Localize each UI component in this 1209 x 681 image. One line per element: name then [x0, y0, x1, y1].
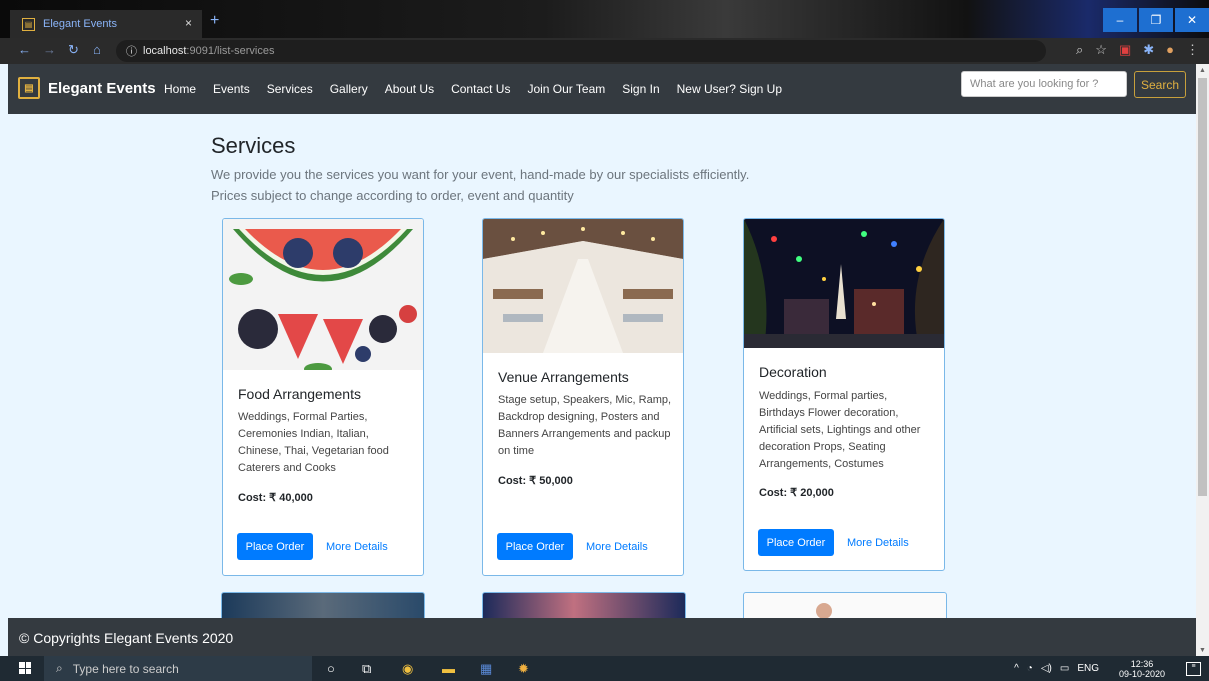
search-button[interactable]: Search — [1134, 71, 1186, 98]
url-field[interactable]: ⓘ localhost :9091/list-services — [116, 40, 1046, 62]
tray-chevron-icon[interactable]: ^ — [1014, 663, 1019, 674]
minimize-button[interactable]: – — [1103, 8, 1137, 32]
reload-icon[interactable]: ↻ — [68, 42, 79, 58]
card-title: Venue Arrangements — [498, 369, 629, 385]
brand-name: Elegant Events — [48, 79, 156, 97]
clock-time: 12:36 — [1130, 659, 1154, 669]
brand[interactable]: ▤ Elegant Events — [18, 77, 156, 99]
page-subtitle-line-2: Prices subject to change according to or… — [211, 188, 574, 203]
card-cost: Cost: ₹ 50,000 — [498, 475, 573, 487]
restore-button[interactable]: ❐ — [1139, 8, 1173, 32]
service-card-peek — [482, 592, 686, 621]
place-order-button[interactable]: Place Order — [497, 533, 573, 560]
taskbar-clock[interactable]: 12:36 09-10-2020 — [1119, 659, 1165, 679]
search-input[interactable] — [961, 71, 1127, 97]
site-favicon-icon: ▤ — [22, 17, 35, 31]
more-details-link[interactable]: More Details — [326, 541, 388, 553]
close-window-button[interactable]: ✕ — [1175, 8, 1209, 32]
footer-copyright: © Copyrights Elegant Events 2020 — [19, 630, 234, 646]
language-indicator[interactable]: ENG — [1077, 663, 1099, 674]
service-card-food: Food Arrangements Weddings, Formal Parti… — [222, 218, 424, 576]
card-title: Decoration — [759, 364, 827, 380]
nav-link-events[interactable]: Events — [213, 82, 250, 96]
card-cost: Cost: ₹ 40,000 — [238, 492, 313, 504]
nav-link-sign-in[interactable]: Sign In — [622, 82, 659, 96]
search-icon: ⌕ — [56, 661, 63, 675]
new-tab-icon[interactable]: + — [210, 12, 219, 30]
decoration-image — [744, 219, 944, 348]
forward-icon[interactable]: → — [43, 42, 56, 57]
pdf-icon[interactable]: ▣ — [1119, 42, 1131, 58]
browser-tab-bar: ▤ Elegant Events × + – ❐ ✕ — [0, 0, 1209, 38]
scroll-down-icon[interactable]: ▼ — [1199, 647, 1206, 654]
clock-date: 09-10-2020 — [1118, 669, 1165, 679]
profile-icon[interactable]: ● — [1166, 42, 1174, 58]
food-image — [223, 219, 423, 375]
more-details-link[interactable]: More Details — [586, 541, 648, 553]
tab-close-icon[interactable]: × — [185, 16, 192, 30]
page-title: Services — [211, 133, 296, 158]
notification-icon[interactable]: ≡ — [1186, 662, 1201, 676]
browser-address-bar: ← → ↻ ⌂ ⓘ localhost :9091/list-services … — [0, 38, 1209, 64]
page-subtitle-line-1: We provide you the services you want for… — [211, 167, 750, 182]
info-icon[interactable]: ⓘ — [126, 43, 137, 59]
star-icon[interactable]: ☆ — [1095, 42, 1107, 58]
nav-link-home[interactable]: Home — [164, 82, 196, 96]
service-card-decoration: Decoration Weddings, Formal parties, Bir… — [743, 218, 945, 571]
scrollbar-thumb[interactable] — [1198, 78, 1207, 496]
system-tray: ^ ◔ ◁) ▭ ENG — [1014, 663, 1099, 674]
url-path: :9091/list-services — [186, 45, 275, 57]
extensions-icon[interactable]: ✱ — [1143, 42, 1154, 58]
nav-link-gallery[interactable]: Gallery — [330, 82, 368, 96]
service-card-venue: Venue Arrangements Stage setup, Speakers… — [482, 218, 684, 576]
word-icon[interactable]: ▦ — [480, 661, 492, 677]
menu-icon[interactable]: ⋮ — [1186, 42, 1199, 58]
card-description: Weddings, Formal Parties, Ceremonies Ind… — [238, 411, 389, 474]
browser-tab-title: Elegant Events — [43, 18, 117, 30]
page-scrollbar[interactable]: ▲ ▼ — [1196, 64, 1209, 656]
window-controls: – ❐ ✕ — [1101, 8, 1209, 32]
site-footer: © Copyrights Elegant Events 2020 — [8, 618, 1196, 656]
windows-taskbar: ⌕ Type here to search ○ ⧉ ◉ ▬ ▦ ✹ ^ ◔ ◁)… — [0, 656, 1209, 681]
browser-tab[interactable]: ▤ Elegant Events × — [10, 10, 202, 38]
brand-logo-icon: ▤ — [18, 77, 40, 99]
windows-icon[interactable] — [19, 662, 31, 674]
chrome-icon[interactable]: ◉ — [402, 661, 413, 677]
browser-toolbar-icons: ⌕ ☆ ▣ ✱ ● ⋮ — [1076, 42, 1199, 58]
venue-image — [483, 219, 683, 353]
taskbar-search[interactable]: ⌕ Type here to search — [44, 656, 312, 681]
settings-icon[interactable]: ✹ — [518, 661, 529, 677]
site-navbar: ▤ Elegant Events Home Events Services Ga… — [8, 64, 1196, 114]
scroll-up-icon[interactable]: ▲ — [1199, 67, 1206, 74]
zoom-icon[interactable]: ⌕ — [1076, 42, 1083, 58]
card-title: Food Arrangements — [238, 386, 361, 402]
place-order-button[interactable]: Place Order — [237, 533, 313, 560]
taskbar-search-placeholder: Type here to search — [72, 661, 179, 676]
card-cost: Cost: ₹ 20,000 — [759, 487, 834, 499]
task-view-icon[interactable]: ⧉ — [362, 661, 371, 677]
network-icon[interactable]: ◔ — [1027, 663, 1033, 674]
nav-link-sign-up[interactable]: New User? Sign Up — [677, 82, 782, 96]
back-icon[interactable]: ← — [18, 42, 31, 57]
nav-link-contact-us[interactable]: Contact Us — [451, 82, 510, 96]
nav-link-about-us[interactable]: About Us — [385, 82, 434, 96]
card-description: Weddings, Formal parties, Birthdays Flow… — [759, 390, 921, 470]
volume-icon[interactable]: ◁) — [1041, 663, 1052, 674]
nav-link-services[interactable]: Services — [267, 82, 313, 96]
nav-link-join-our-team[interactable]: Join Our Team — [527, 82, 605, 96]
file-explorer-icon[interactable]: ▬ — [442, 661, 455, 676]
cortana-icon[interactable]: ○ — [327, 661, 335, 676]
nav-links: Home Events Services Gallery About Us Co… — [164, 82, 782, 96]
more-details-link[interactable]: More Details — [847, 537, 909, 549]
url-host: localhost — [143, 45, 187, 57]
card-description: Stage setup, Speakers, Mic, Ramp, Backdr… — [498, 394, 672, 457]
home-icon[interactable]: ⌂ — [93, 42, 101, 57]
service-card-peek — [743, 592, 947, 621]
battery-icon[interactable]: ▭ — [1060, 663, 1069, 674]
place-order-button[interactable]: Place Order — [758, 529, 834, 556]
service-card-peek — [221, 592, 425, 621]
